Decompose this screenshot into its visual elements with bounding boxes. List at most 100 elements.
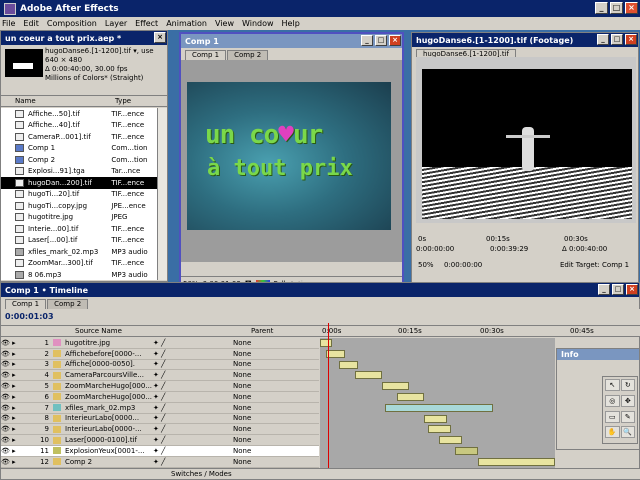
layer-switches[interactable]: ✦ ╱ (153, 339, 233, 347)
timeline-current-time[interactable]: 0:00:01:03 (5, 312, 54, 321)
layer-visibility-icon[interactable]: 👁 ▸ (1, 371, 35, 379)
footage-ruler[interactable]: 0s 00:15s 00:30s 0:00:00:00 0:00:39:29 Δ… (414, 225, 636, 255)
layer-row[interactable]: 👁 ▸ 11 ExplosionYeux[0001-... ✦ ╱ None (1, 445, 319, 457)
layer-parent-select[interactable]: None (233, 360, 293, 368)
mask-tool-icon[interactable]: ▭ (605, 410, 620, 423)
project-item[interactable]: Affiche...50].tif TIF...ence (1, 108, 157, 120)
minimize-button[interactable]: _ (595, 2, 608, 14)
layer-parent-select[interactable]: None (233, 339, 293, 347)
layer-row[interactable]: 👁 ▸ 8 InterieurLabo[0000... ✦ ╱ None (1, 414, 319, 425)
info-title-bar[interactable]: Info (557, 349, 639, 360)
layer-switches[interactable]: ✦ ╱ (153, 350, 233, 358)
layer-parent-select[interactable]: None (233, 382, 293, 390)
layer-switches[interactable]: ✦ ╱ (153, 404, 233, 412)
layer-row[interactable]: 👁 ▸ 2 Affichebefore[0000-... ✦ ╱ None (1, 349, 319, 360)
project-item[interactable]: Affiche...40].tif TIF...ence (1, 120, 157, 132)
project-close-button[interactable]: × (154, 32, 166, 43)
layer-duration-bar[interactable] (428, 425, 451, 434)
menu-layer[interactable]: Layer (105, 19, 127, 28)
tab-comp-2[interactable]: Comp 2 (227, 50, 269, 60)
tab-timeline-comp-2[interactable]: Comp 2 (47, 299, 89, 309)
project-item[interactable]: xfiles_mark_02.mp3 MP3 audio (1, 246, 157, 258)
layer-duration-bar[interactable] (439, 436, 462, 445)
project-item[interactable]: hugoTi...copy.jpg JPE...ence (1, 200, 157, 212)
footage-minimize-button[interactable]: _ (597, 34, 609, 45)
layer-visibility-icon[interactable]: 👁 ▸ (1, 382, 35, 390)
layer-parent-select[interactable]: None (233, 350, 293, 358)
layer-row[interactable]: 👁 ▸ 6 ZoomMarcheHugo[000... ✦ ╱ None (1, 392, 319, 403)
layer-row[interactable]: 👁 ▸ 7 xfiles_mark_02.mp3 ✦ ╱ None (1, 403, 319, 414)
layer-duration-bar[interactable] (355, 371, 382, 380)
project-item[interactable]: Comp 2 Com...tion (1, 154, 157, 166)
layer-visibility-icon[interactable]: 👁 ▸ (1, 350, 35, 358)
layer-label-color[interactable] (53, 414, 61, 422)
layer-visibility-icon[interactable]: 👁 ▸ (1, 436, 35, 444)
project-item[interactable]: Explosi...91].tga Tar...nce (1, 166, 157, 178)
maximize-button[interactable]: □ (610, 2, 623, 14)
footage-in-point[interactable]: 0:00:00:00 (416, 245, 454, 253)
comp-minimize-button[interactable]: _ (361, 35, 373, 46)
selection-tool-icon[interactable]: ↖ (605, 379, 620, 391)
layer-parent-select[interactable]: None (233, 458, 293, 466)
layer-switches[interactable]: ✦ ╱ (153, 393, 233, 401)
layer-switches[interactable]: ✦ ╱ (153, 360, 233, 368)
rotate-tool-icon[interactable]: ↻ (620, 379, 635, 391)
project-item[interactable]: ZoomMar...300].tif TIF...ence (1, 258, 157, 270)
project-item[interactable]: hugotitre.jpg JPEG (1, 212, 157, 224)
project-scrollbar[interactable] (157, 108, 167, 280)
footage-out-point[interactable]: 0:00:39:29 (490, 245, 528, 253)
layer-label-color[interactable] (53, 404, 61, 412)
layer-duration-bar[interactable] (397, 393, 424, 401)
menu-effect[interactable]: Effect (135, 19, 158, 28)
project-item[interactable]: Interie...00].tif TIF...ence (1, 223, 157, 235)
layer-switches[interactable]: ✦ ╱ (153, 414, 233, 422)
layer-visibility-icon[interactable]: 👁 ▸ (1, 458, 35, 466)
footage-maximize-button[interactable]: □ (611, 34, 623, 45)
footage-close-button[interactable]: × (625, 34, 637, 45)
layer-parent-select[interactable]: None (233, 414, 293, 422)
layer-label-color[interactable] (53, 360, 61, 368)
comp-maximize-button[interactable]: □ (375, 35, 387, 46)
footage-viewer[interactable] (422, 69, 632, 219)
layer-parent-select[interactable]: None (233, 371, 293, 379)
time-ruler[interactable]: 0:00s 00:15s 00:30s 00:45s (320, 325, 640, 337)
layer-parent-select[interactable]: None (233, 436, 293, 444)
current-time-indicator[interactable] (328, 323, 329, 469)
layer-row[interactable]: 👁 ▸ 9 InterieurLabo[0000-... ✦ ╱ None (1, 424, 319, 436)
layer-switches[interactable]: ✦ ╱ (153, 371, 233, 379)
menu-window[interactable]: Window (242, 19, 274, 28)
layer-label-color[interactable] (53, 425, 61, 433)
layer-duration-bar[interactable] (455, 447, 478, 455)
layer-label-color[interactable] (53, 350, 61, 358)
layer-parent-select[interactable]: None (233, 393, 293, 401)
layer-visibility-icon[interactable]: 👁 ▸ (1, 425, 35, 433)
pan-behind-tool-icon[interactable]: ✥ (620, 394, 635, 407)
layer-visibility-icon[interactable]: 👁 ▸ (1, 447, 35, 455)
layer-parent-select[interactable]: None (233, 447, 293, 455)
project-item[interactable]: CameraP...001].tif TIF...ence (1, 131, 157, 143)
project-title-bar[interactable]: un coeur a tout prix.aep * × (1, 31, 167, 45)
column-parent[interactable]: Parent (251, 327, 273, 335)
zoom-tool-icon[interactable]: 🔍 (620, 426, 635, 439)
layer-visibility-icon[interactable]: 👁 ▸ (1, 414, 35, 422)
tab-timeline-comp-1[interactable]: Comp 1 (5, 299, 47, 309)
project-item[interactable]: Laser[...00].tif TIF...ence (1, 235, 157, 247)
column-source-name[interactable]: Source Name (75, 327, 122, 335)
project-item[interactable]: Comp 1 Com...tion (1, 143, 157, 155)
layer-label-color[interactable] (53, 393, 61, 401)
layer-parent-select[interactable]: None (233, 404, 293, 412)
timeline-close-button[interactable]: × (626, 284, 638, 295)
layer-switches[interactable]: ✦ ╱ (153, 425, 233, 433)
tab-comp-1[interactable]: Comp 1 (185, 50, 227, 60)
menu-view[interactable]: View (215, 19, 234, 28)
switches-modes-toggle[interactable]: Switches / Modes (171, 470, 232, 478)
layer-label-color[interactable] (53, 458, 61, 466)
layer-row[interactable]: 👁 ▸ 3 Affiche[0000-0050]. ✦ ╱ None (1, 360, 319, 371)
menu-help[interactable]: Help (282, 19, 300, 28)
project-item[interactable]: 8 06.mp3 MP3 audio (1, 269, 157, 280)
layer-duration-bar[interactable] (339, 360, 358, 369)
footage-title-bar[interactable]: hugoDanse6.[1-1200].tif (Footage) _ □ × (412, 33, 638, 47)
comp-close-button[interactable]: × (389, 35, 401, 46)
layer-duration-bar[interactable] (382, 382, 409, 391)
menu-animation[interactable]: Animation (166, 19, 207, 28)
